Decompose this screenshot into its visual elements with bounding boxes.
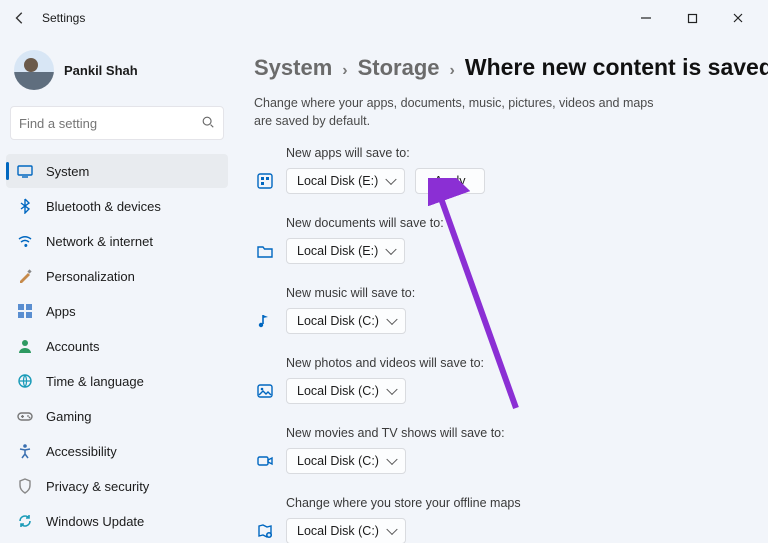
system-icon [16, 162, 34, 180]
close-button[interactable] [716, 3, 760, 33]
sidebar-item-gamepad[interactable]: Gaming [6, 399, 228, 433]
setting-label: New movies and TV shows will save to: [254, 426, 746, 440]
nav: System Bluetooth & devices Network & inter… [6, 154, 228, 538]
sidebar-item-label: Network & internet [46, 234, 153, 249]
chevron-right-icon: › [450, 62, 455, 80]
disk-select[interactable]: Local Disk (C:) [286, 308, 406, 334]
accessibility-icon [16, 442, 34, 460]
sidebar-item-wifi[interactable]: Network & internet [6, 224, 228, 258]
setting-label: New apps will save to: [254, 146, 746, 160]
map-icon [254, 520, 276, 542]
select-value: Local Disk (C:) [297, 384, 379, 398]
sidebar-item-label: Personalization [46, 269, 135, 284]
image-icon [254, 380, 276, 402]
setting-label: Change where you store your offline maps [254, 496, 746, 510]
brush-icon [16, 267, 34, 285]
sidebar-item-person[interactable]: Accounts [6, 329, 228, 363]
disk-select[interactable]: Local Disk (C:) [286, 518, 406, 543]
setting-row: New movies and TV shows will save to: Loc… [254, 426, 746, 474]
breadcrumb: System › Storage › Where new content is … [254, 54, 746, 81]
music-icon [254, 310, 276, 332]
page-title: Where new content is saved [465, 54, 768, 81]
profile-name: Pankil Shah [64, 63, 138, 78]
sidebar-item-label: System [46, 164, 89, 179]
select-value: Local Disk (E:) [297, 244, 378, 258]
sidebar-item-label: Time & language [46, 374, 144, 389]
bluetooth-icon [16, 197, 34, 215]
disk-select[interactable]: Local Disk (E:) [286, 238, 405, 264]
profile[interactable]: Pankil Shah [6, 42, 228, 104]
select-value: Local Disk (C:) [297, 524, 379, 538]
sidebar-item-globe[interactable]: Time & language [6, 364, 228, 398]
sidebar-item-label: Apps [46, 304, 76, 319]
update-icon [16, 512, 34, 530]
sidebar-item-accessibility[interactable]: Accessibility [6, 434, 228, 468]
sidebar-item-label: Accessibility [46, 444, 117, 459]
person-icon [16, 337, 34, 355]
app-icon [254, 170, 276, 192]
back-button[interactable] [8, 6, 32, 30]
sidebar-item-label: Bluetooth & devices [46, 199, 161, 214]
disk-select[interactable]: Local Disk (C:) [286, 378, 406, 404]
setting-row: New apps will save to: Local Disk (E:) App… [254, 146, 746, 194]
crumb-system[interactable]: System [254, 55, 332, 81]
video-icon [254, 450, 276, 472]
search-box[interactable] [10, 106, 224, 140]
sidebar-item-label: Gaming [46, 409, 92, 424]
setting-label: New photos and videos will save to: [254, 356, 746, 370]
titlebar: Settings [0, 0, 768, 36]
minimize-button[interactable] [624, 3, 668, 33]
sidebar-item-brush[interactable]: Personalization [6, 259, 228, 293]
search-input[interactable] [19, 116, 201, 131]
chevron-right-icon: › [342, 62, 347, 80]
apply-button[interactable]: Apply [415, 168, 484, 194]
setting-row: Change where you store your offline maps… [254, 496, 746, 543]
window-title: Settings [42, 11, 85, 25]
sidebar-item-label: Privacy & security [46, 479, 149, 494]
avatar [14, 50, 54, 90]
maximize-button[interactable] [670, 3, 714, 33]
sidebar-item-bluetooth[interactable]: Bluetooth & devices [6, 189, 228, 223]
setting-row: New documents will save to: Local Disk (E… [254, 216, 746, 264]
crumb-storage[interactable]: Storage [358, 55, 440, 81]
page-description: Change where your apps, documents, music… [254, 95, 674, 130]
sidebar-item-shield[interactable]: Privacy & security [6, 469, 228, 503]
sidebar-item-label: Windows Update [46, 514, 144, 529]
setting-label: New music will save to: [254, 286, 746, 300]
sidebar: Pankil Shah System Bluetooth & devices Net… [0, 36, 234, 543]
sidebar-item-update[interactable]: Windows Update [6, 504, 228, 538]
sidebar-item-system[interactable]: System [6, 154, 228, 188]
setting-row: New photos and videos will save to: Local… [254, 356, 746, 404]
globe-icon [16, 372, 34, 390]
select-value: Local Disk (E:) [297, 174, 378, 188]
sidebar-item-apps[interactable]: Apps [6, 294, 228, 328]
search-icon [201, 115, 215, 132]
gamepad-icon [16, 407, 34, 425]
shield-icon [16, 477, 34, 495]
content: System › Storage › Where new content is … [234, 36, 768, 543]
folder-icon [254, 240, 276, 262]
wifi-icon [16, 232, 34, 250]
sidebar-item-label: Accounts [46, 339, 99, 354]
disk-select[interactable]: Local Disk (C:) [286, 448, 406, 474]
setting-label: New documents will save to: [254, 216, 746, 230]
apps-icon [16, 302, 34, 320]
select-value: Local Disk (C:) [297, 314, 379, 328]
disk-select[interactable]: Local Disk (E:) [286, 168, 405, 194]
select-value: Local Disk (C:) [297, 454, 379, 468]
setting-row: New music will save to: Local Disk (C:) [254, 286, 746, 334]
